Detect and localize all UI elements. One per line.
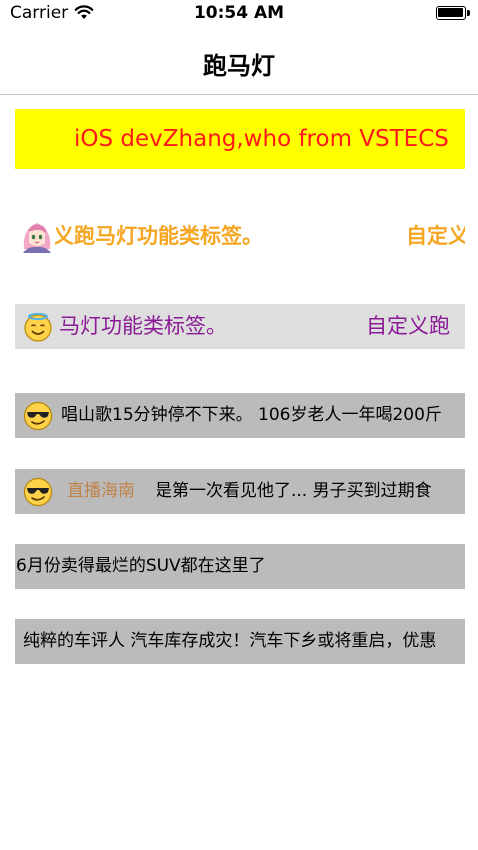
marquee-text: 6月份卖得最烂的SUV都在这里了	[16, 556, 266, 576]
marquee-label-2[interactable]: 义跑马灯功能类标签。 自定义	[15, 214, 465, 259]
marquee-label-1[interactable]: iOS devZhang,who from VSTECS	[15, 109, 465, 169]
marquee-label-6[interactable]: 6月份卖得最烂的SUV都在这里了	[15, 544, 465, 589]
marquee-tag: 直播海南	[67, 481, 135, 501]
sunglasses-smiley-icon	[23, 401, 53, 431]
marquee-label-7[interactable]: 纯粹的车评人 汽车库存成灾！汽车下乡或将重启，优惠	[15, 619, 465, 664]
marquee-text-repeat: 自定义跑	[366, 314, 450, 338]
marquee-text-repeat: 自定义	[406, 224, 465, 248]
clock: 10:54 AM	[193, 3, 285, 23]
marquee-text: 唱山歌15分钟停不下来。 106岁老人一年喝200斤	[61, 405, 442, 425]
status-bar: Carrier 10:54 AM	[0, 0, 478, 28]
marquee-text: 纯粹的车评人 汽车库存成灾！汽车下乡或将重启，优惠	[23, 631, 437, 651]
navigation-bar: 跑马灯	[0, 28, 478, 95]
marquee-label-4[interactable]: 唱山歌15分钟停不下来。 106岁老人一年喝200斤	[15, 393, 465, 438]
sunglasses-smiley-icon	[23, 477, 53, 507]
marquee-text: 义跑马灯功能类标签。	[53, 224, 263, 248]
page-title: 跑马灯	[203, 52, 275, 80]
marquee-text: 是第一次看见他了... 男子买到过期食	[155, 481, 432, 501]
marquee-label-3[interactable]: 马灯功能类标签。 自定义跑	[15, 304, 465, 349]
halo-smiley-icon	[24, 312, 52, 342]
marquee-label-5[interactable]: 是第一次看见他了... 男子买到过期食 直播海南	[15, 469, 465, 514]
anime-girl-avatar-icon	[23, 223, 51, 253]
marquee-text: 马灯功能类标签。	[59, 314, 227, 338]
marquee-text: iOS devZhang,who from VSTECS	[74, 126, 449, 152]
battery-icon	[436, 6, 470, 20]
